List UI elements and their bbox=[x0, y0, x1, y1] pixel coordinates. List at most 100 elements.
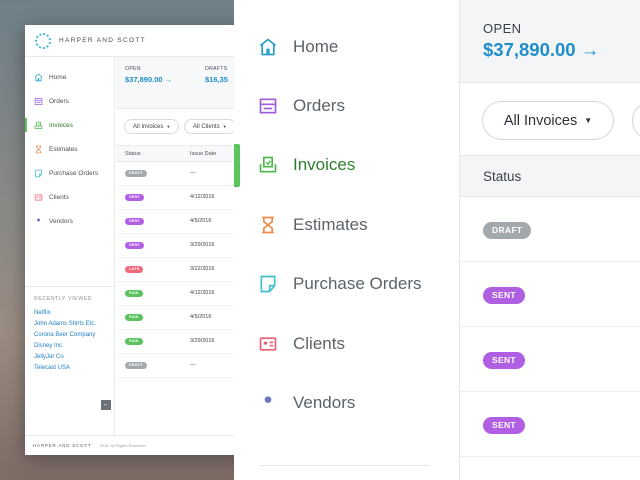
drafts-stat[interactable]: DRAFTS $16,35 bbox=[205, 66, 228, 84]
brand-logo-icon[interactable] bbox=[35, 32, 51, 49]
sidebar-item-home[interactable]: Home bbox=[234, 17, 459, 76]
issue-date: 3/29/2016 bbox=[190, 242, 215, 248]
chevron-down-icon: ▼ bbox=[166, 124, 171, 129]
zoomed-summary-stats[interactable]: OPEN $37,890.00 → bbox=[460, 0, 640, 83]
footer-copyright: 2016. All Rights Reserved bbox=[99, 443, 146, 448]
open-value: $37,890.00 → bbox=[125, 75, 173, 84]
zoomed-filter-bar: All Invoices ▼ bbox=[460, 83, 640, 155]
sidebar-item-label: Clients bbox=[49, 193, 69, 201]
table-row[interactable]: SENT bbox=[460, 327, 640, 392]
sidebar-item-orders[interactable]: Orders bbox=[234, 76, 459, 135]
zoomed-sidebar: Home Orders Invoices Estimates Purchase Orde… bbox=[234, 0, 460, 480]
status-badge: LATE bbox=[125, 266, 144, 273]
sidebar-item-label: Clients bbox=[293, 333, 345, 353]
recent-item-link[interactable]: JellyJar Co bbox=[34, 352, 115, 363]
table-row[interactable]: DRAFT bbox=[460, 197, 640, 262]
clients-icon bbox=[34, 193, 43, 202]
sidebar-item-purchase-orders[interactable]: Purchase Orders bbox=[234, 255, 459, 314]
recent-item-link[interactable]: Netflix bbox=[34, 308, 115, 319]
open-label: OPEN bbox=[125, 66, 141, 72]
estimates-icon bbox=[34, 145, 43, 154]
issue-date: 4/12/2016 bbox=[190, 290, 215, 296]
sidebar-item-label: Purchase Orders bbox=[49, 169, 99, 177]
issue-date: 4/5/2016 bbox=[190, 218, 212, 224]
sidebar: Home Orders Invoices Estimates Purchase Orde… bbox=[25, 57, 115, 435]
sidebar-item-label: Home bbox=[49, 73, 67, 81]
vendors-icon bbox=[34, 217, 43, 226]
collapse-sidebar-icon[interactable]: ← bbox=[101, 400, 111, 410]
status-badge: PAID bbox=[125, 314, 143, 321]
status-badge: DRAFT bbox=[125, 170, 147, 177]
sidebar-item-invoices[interactable]: Invoices bbox=[25, 113, 114, 137]
client-filter-dropdown[interactable] bbox=[632, 101, 640, 140]
recent-item-link[interactable]: Telecast USA bbox=[34, 363, 115, 374]
client-filter-label: All Clients bbox=[193, 123, 220, 130]
sidebar-item-label: Invoices bbox=[293, 155, 356, 175]
recent-item-link[interactable]: John Adams Shirts Etc. bbox=[34, 319, 115, 330]
status-badge: SENT bbox=[125, 242, 144, 249]
sidebar-item-purchase-orders[interactable]: Purchase Orders bbox=[25, 161, 114, 185]
drafts-label: DRAFTS bbox=[205, 66, 228, 72]
invoice-filter-label: All Invoices bbox=[503, 112, 578, 129]
orders-icon bbox=[34, 97, 43, 106]
sidebar-item-label: Invoices bbox=[49, 121, 73, 129]
purchase-orders-icon bbox=[34, 169, 43, 178]
open-stat[interactable]: OPEN $37,890.00 → bbox=[125, 66, 172, 84]
sidebar-item-label: Estimates bbox=[49, 145, 78, 153]
status-badge: DRAFT bbox=[483, 222, 532, 239]
status-badge: SENT bbox=[483, 287, 525, 304]
status-column-header[interactable]: Status bbox=[483, 169, 521, 184]
sidebar-item-estimates[interactable]: Estimates bbox=[234, 195, 459, 254]
status-badge: SENT bbox=[483, 417, 525, 434]
sidebar-item-home[interactable]: Home bbox=[25, 65, 114, 89]
clients-icon bbox=[258, 334, 278, 354]
top-bar: HARPER AND SCOTT bbox=[25, 25, 255, 57]
table-row[interactable]: SENT bbox=[460, 262, 640, 327]
zoomed-invoice-table: DRAFT SENT SENT SENT bbox=[460, 197, 640, 457]
invoice-filter-dropdown[interactable]: All Invoices ▼ bbox=[482, 101, 614, 140]
sidebar-item-vendors[interactable]: Vendors bbox=[234, 373, 459, 432]
footer: HARPER AND SCOTT 2016. All Rights Reserv… bbox=[25, 435, 255, 455]
estimates-icon bbox=[258, 215, 278, 235]
invoices-icon bbox=[34, 121, 43, 130]
invoice-filter-dropdown[interactable]: All Invoices ▼ bbox=[124, 119, 180, 134]
sidebar-item-label: Orders bbox=[49, 97, 69, 105]
home-icon bbox=[34, 73, 43, 82]
chevron-down-icon: ▼ bbox=[584, 116, 593, 125]
recently-viewed-title: RECENTLY VIEWED bbox=[34, 296, 93, 302]
table-row[interactable]: SENT bbox=[460, 392, 640, 457]
recent-item-link[interactable]: Corona Beer Company bbox=[34, 330, 115, 341]
drafts-value: $16,35 bbox=[205, 75, 228, 84]
status-badge: DRAFT bbox=[125, 362, 147, 369]
sidebar-item-clients[interactable]: Clients bbox=[234, 314, 459, 373]
recent-item-link[interactable]: Disney Inc. bbox=[34, 341, 115, 352]
sidebar-item-label: Home bbox=[293, 36, 339, 56]
recently-viewed: RECENTLY VIEWED Netflix John Adams Shirts… bbox=[25, 286, 115, 374]
vendors-icon bbox=[258, 393, 278, 413]
sidebar-item-orders[interactable]: Orders bbox=[25, 89, 114, 113]
issue-date: 3/29/2016 bbox=[190, 338, 215, 344]
sidebar-item-label: Orders bbox=[293, 95, 345, 115]
status-badge: PAID bbox=[125, 338, 143, 345]
client-filter-dropdown[interactable]: All Clients ▼ bbox=[184, 119, 236, 134]
sidebar-item-vendors[interactable]: Vendors bbox=[25, 209, 114, 233]
open-value: $37,890.00 → bbox=[483, 39, 600, 60]
sidebar-item-label: Vendors bbox=[293, 392, 356, 412]
sidebar-item-clients[interactable]: Clients bbox=[25, 185, 114, 209]
arrow-right-icon: → bbox=[580, 39, 600, 60]
issue-date: 3/22/2016 bbox=[190, 266, 215, 272]
issue-date: — bbox=[190, 170, 196, 176]
status-column-header[interactable]: Status bbox=[125, 151, 141, 157]
status-badge: SENT bbox=[125, 194, 144, 201]
invoices-icon bbox=[258, 155, 278, 175]
zoomed-main: OPEN $37,890.00 → All Invoices ▼ Status D… bbox=[460, 0, 640, 480]
issue-date-column-header[interactable]: Issue Date bbox=[190, 151, 216, 157]
footer-brand: HARPER AND SCOTT bbox=[33, 443, 92, 448]
brand-name: HARPER AND SCOTT bbox=[59, 37, 146, 44]
sidebar-item-estimates[interactable]: Estimates bbox=[25, 137, 114, 161]
status-badge: SENT bbox=[483, 352, 525, 369]
sidebar-item-invoices[interactable]: Invoices bbox=[234, 136, 459, 195]
status-badge: PAID bbox=[125, 290, 143, 297]
zoomed-table-header: Status bbox=[460, 155, 640, 197]
invoice-filter-label: All Invoices bbox=[133, 123, 164, 130]
